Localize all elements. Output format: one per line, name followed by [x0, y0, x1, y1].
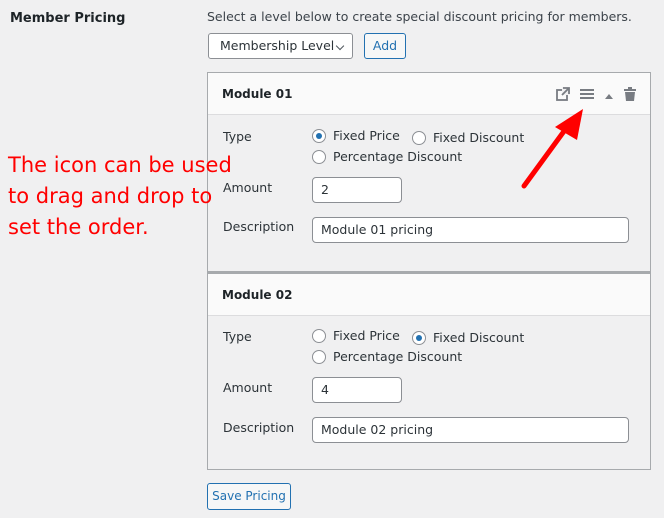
radio-checked-icon [312, 128, 326, 143]
radio-unchecked-icon [412, 130, 426, 145]
description-input[interactable]: Module 02 pricing [312, 417, 629, 443]
module-title: Module 01 [222, 87, 293, 101]
trash-icon[interactable] [624, 87, 636, 104]
radio-fixed-price[interactable]: Fixed Price [312, 128, 400, 143]
field-label: Member Pricing [10, 11, 126, 26]
amount-label: Amount [223, 380, 273, 395]
radio-unchecked-icon [312, 328, 326, 343]
save-pricing-button[interactable]: Save Pricing [207, 483, 291, 510]
amount-input[interactable]: 4 [312, 377, 402, 403]
annotation-text: The icon can be used to drag and drop to… [8, 153, 232, 239]
radio-fixed-discount[interactable]: Fixed Discount [412, 130, 524, 145]
collapse-up-icon[interactable] [604, 89, 614, 103]
chevron-down-icon [335, 41, 345, 51]
type-label: Type [223, 129, 252, 144]
membership-level-select[interactable]: Membership Level [208, 33, 353, 59]
select-value: Membership Level [220, 38, 335, 53]
radio-unchecked-icon [312, 149, 326, 164]
type-label: Type [223, 329, 252, 344]
radio-checked-icon [412, 330, 426, 345]
module-header[interactable]: Module 02 [208, 274, 650, 316]
description-label: Description [223, 420, 295, 435]
description-input[interactable]: Module 01 pricing [312, 217, 629, 243]
radio-percentage-discount[interactable]: Percentage Discount [312, 349, 462, 364]
add-button[interactable]: Add [364, 33, 406, 59]
external-link-icon[interactable] [556, 87, 570, 104]
amount-input[interactable]: 2 [312, 177, 402, 203]
radio-fixed-discount[interactable]: Fixed Discount [412, 330, 524, 345]
field-hint: Select a level below to create special d… [207, 9, 632, 24]
radio-fixed-price[interactable]: Fixed Price [312, 328, 400, 343]
module-panel: Module 02 Type Fixed Price Fixed Discoun… [208, 271, 650, 469]
radio-percentage-discount[interactable]: Percentage Discount [312, 149, 462, 164]
module-actions [556, 87, 636, 104]
radio-unchecked-icon [312, 349, 326, 364]
module-title: Module 02 [222, 288, 293, 302]
annotation-arrow-icon [521, 109, 583, 189]
drag-handle-icon[interactable] [580, 88, 594, 103]
